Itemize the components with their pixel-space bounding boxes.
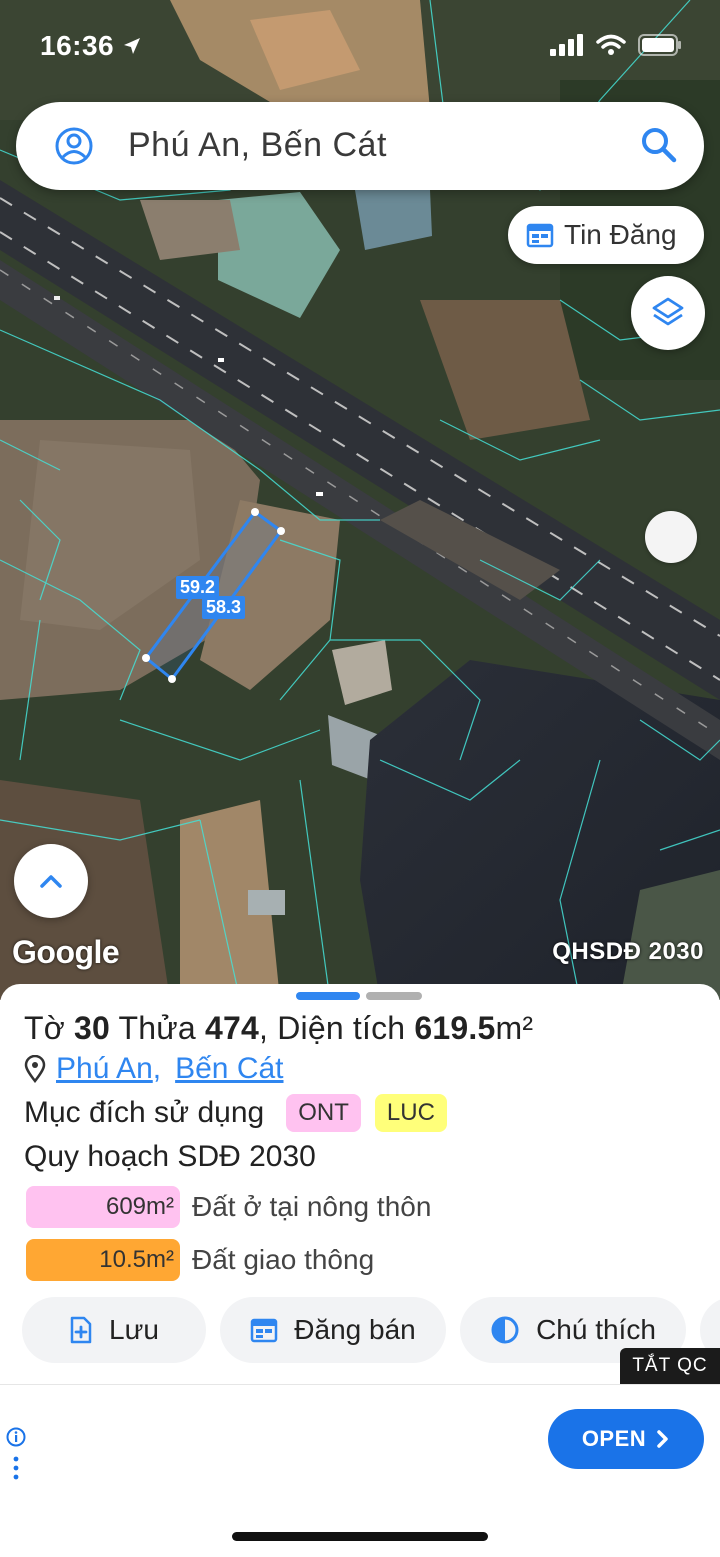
- post-sale-label: Đăng bán: [294, 1314, 416, 1345]
- plan-desc: Đất ở tại nông thôn: [192, 1191, 432, 1222]
- area-label: Diện tích: [277, 1010, 406, 1046]
- thua-value: 474: [205, 1010, 260, 1046]
- ad-open-button[interactable]: OPEN: [548, 1409, 704, 1469]
- usage-label: Mục đích sử dụng: [24, 1096, 265, 1129]
- dimension-label: 58.3: [202, 596, 246, 619]
- info-icon: [6, 1427, 26, 1480]
- sheet-handle-inactive[interactable]: [366, 992, 422, 1000]
- ward-link[interactable]: Phú An: [56, 1052, 153, 1086]
- wifi-icon: [596, 34, 626, 55]
- usage-row: Mục đích sử dụng ONT LUC: [24, 1094, 447, 1132]
- action-bar: Lưu Đăng bán Chú thích: [22, 1297, 720, 1363]
- google-logo: Google: [12, 934, 120, 970]
- plan-area-bar: 609m²: [26, 1186, 180, 1228]
- calendar-icon: [251, 1318, 278, 1343]
- plan-area-bar: 10.5m²: [26, 1239, 180, 1281]
- user-icon[interactable]: [54, 126, 94, 166]
- calendar-icon: [526, 223, 554, 248]
- area-value: 619.5: [414, 1010, 496, 1046]
- battery-icon: [638, 34, 681, 56]
- plan-desc: Đất giao thông: [192, 1244, 375, 1275]
- area-unit: m²: [495, 1010, 534, 1046]
- usage-tag-luc[interactable]: LUC: [374, 1094, 447, 1132]
- home-indicator[interactable]: [232, 1532, 488, 1541]
- plan-item: 609m² Đất ở tại nông thôn: [26, 1186, 431, 1228]
- status-bar: 16:36: [0, 0, 720, 92]
- clock: 16:36: [40, 30, 115, 61]
- chevron-right-icon: [657, 1430, 668, 1448]
- expand-sheet-button[interactable]: [14, 844, 88, 918]
- save-label: Lưu: [109, 1314, 159, 1345]
- legend-label: Chú thích: [536, 1314, 656, 1345]
- status-time: 16:36: [40, 30, 142, 62]
- district-link[interactable]: Bến Cát: [175, 1052, 283, 1086]
- tin-dang-label: Tin Đăng: [564, 219, 677, 250]
- file-add-icon: [70, 1316, 92, 1344]
- layers-button[interactable]: [631, 276, 705, 350]
- sheet-handle-active[interactable]: [296, 992, 360, 1000]
- map-pin-icon: [24, 1055, 46, 1083]
- plan-layer-label: QHSDĐ 2030: [552, 938, 704, 965]
- ad-banner[interactable]: OPEN: [0, 1384, 720, 1496]
- layers-icon: [652, 297, 684, 326]
- search-bar[interactable]: Phú An, Bến Cát: [16, 102, 704, 190]
- ad-open-label: OPEN: [581, 1426, 647, 1451]
- compass-button[interactable]: [645, 511, 697, 563]
- satellite-map[interactable]: 59.2 58.3 16:36 Phú An, Bến Cát Tin Đăng…: [0, 0, 720, 1000]
- search-input[interactable]: Phú An, Bến Cát: [128, 126, 387, 165]
- location-row: Phú An, Bến Cát: [24, 1052, 284, 1086]
- search-icon[interactable]: [640, 126, 678, 164]
- parcel-title: Tờ 30 Thửa 474, Diện tích 619.5m²: [24, 1010, 534, 1046]
- signal-icon: [550, 34, 583, 56]
- tin-dang-button[interactable]: Tin Đăng: [508, 206, 704, 264]
- location-arrow-icon: [124, 38, 141, 54]
- contrast-icon: [491, 1316, 519, 1344]
- home-area: [0, 1496, 720, 1557]
- chevron-up-icon: [40, 875, 62, 888]
- plan-title: Quy hoạch SDĐ 2030: [24, 1140, 316, 1173]
- screen: 59.2 58.3 16:36 Phú An, Bến Cát Tin Đăng…: [0, 0, 720, 1557]
- thua-label: Thửa: [118, 1010, 196, 1046]
- hide-ads-button[interactable]: TẮT QC: [620, 1348, 720, 1384]
- plan-item: 10.5m² Đất giao thông: [26, 1239, 374, 1281]
- post-sale-button[interactable]: Đăng bán: [220, 1297, 446, 1363]
- status-icons: [550, 34, 682, 56]
- to-value: 30: [74, 1010, 111, 1046]
- to-label: Tờ: [24, 1010, 65, 1046]
- usage-tag-ont[interactable]: ONT: [286, 1094, 361, 1132]
- ad-info-icon[interactable]: [6, 1427, 26, 1492]
- parcel-info-sheet: Tờ 30 Thửa 474, Diện tích 619.5m² Phú An…: [0, 984, 720, 1384]
- save-button[interactable]: Lưu: [22, 1297, 206, 1363]
